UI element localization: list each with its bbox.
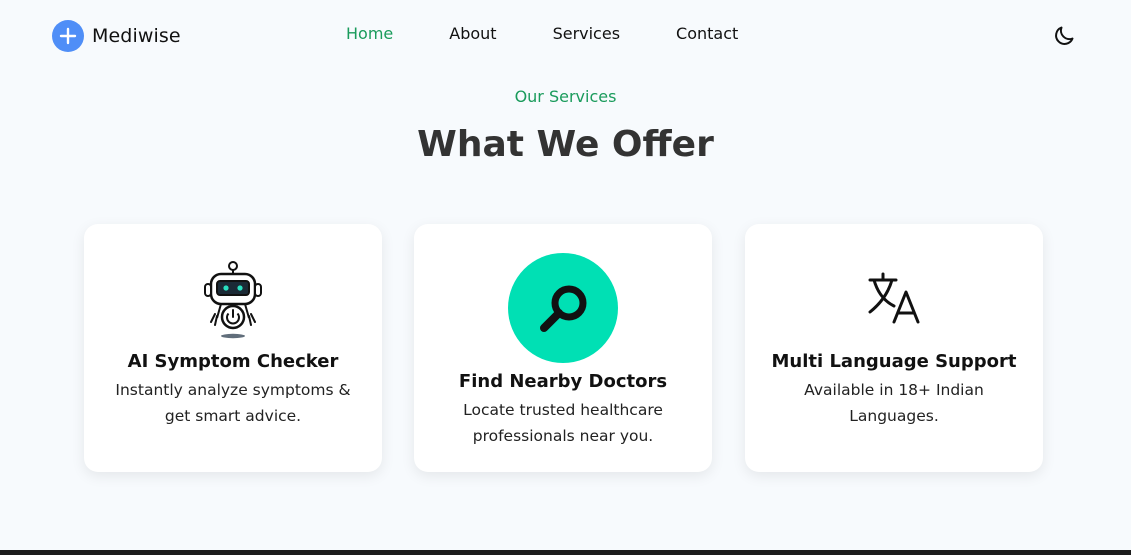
nav-link-home[interactable]: Home	[346, 24, 393, 43]
navbar: Mediwise Home About Services Contact	[0, 0, 1131, 72]
card-description: Available in 18+ Indian Languages.	[765, 377, 1023, 429]
search-icon-badge	[508, 253, 618, 363]
brand-logo[interactable]: Mediwise	[52, 20, 181, 52]
footer-edge	[0, 550, 1131, 555]
service-card-multi-language[interactable]: Multi Language Support Available in 18+ …	[745, 224, 1043, 472]
main-nav: Home About Services Contact	[346, 24, 794, 43]
nav-link-services[interactable]: Services	[553, 24, 620, 43]
card-description: Instantly analyze symptoms & get smart a…	[104, 377, 362, 429]
plus-icon	[52, 20, 84, 52]
card-description-line: Instantly analyze symptoms &	[115, 381, 351, 399]
theme-toggle-button[interactable]	[1052, 24, 1076, 48]
search-icon	[540, 285, 587, 332]
card-title: Find Nearby Doctors	[458, 371, 668, 392]
service-card-symptom-checker[interactable]: AI Symptom Checker Instantly analyze sym…	[84, 224, 382, 472]
nav-link-about[interactable]: About	[449, 24, 496, 43]
nav-link-contact[interactable]: Contact	[676, 24, 738, 43]
card-description-line: get smart advice.	[164, 407, 302, 425]
service-card-find-doctors[interactable]: Find Nearby Doctors Locate trusted healt…	[414, 224, 712, 472]
card-description-line: Languages.	[849, 407, 939, 425]
moon-icon	[1055, 26, 1074, 45]
card-title: Multi Language Support	[771, 351, 1017, 372]
card-description-line: Available in 18+ Indian	[804, 381, 984, 399]
translate-icon	[866, 270, 922, 326]
section-eyebrow: Our Services	[514, 87, 617, 106]
robot-icon	[201, 260, 265, 340]
card-title: AI Symptom Checker	[127, 351, 339, 372]
brand-name: Mediwise	[92, 25, 181, 47]
section-title: What We Offer	[417, 124, 714, 165]
card-description: Locate trusted healthcare professionals …	[434, 397, 692, 449]
card-description-line: Locate trusted healthcare	[463, 401, 663, 419]
card-description-line: professionals near you.	[472, 427, 654, 445]
